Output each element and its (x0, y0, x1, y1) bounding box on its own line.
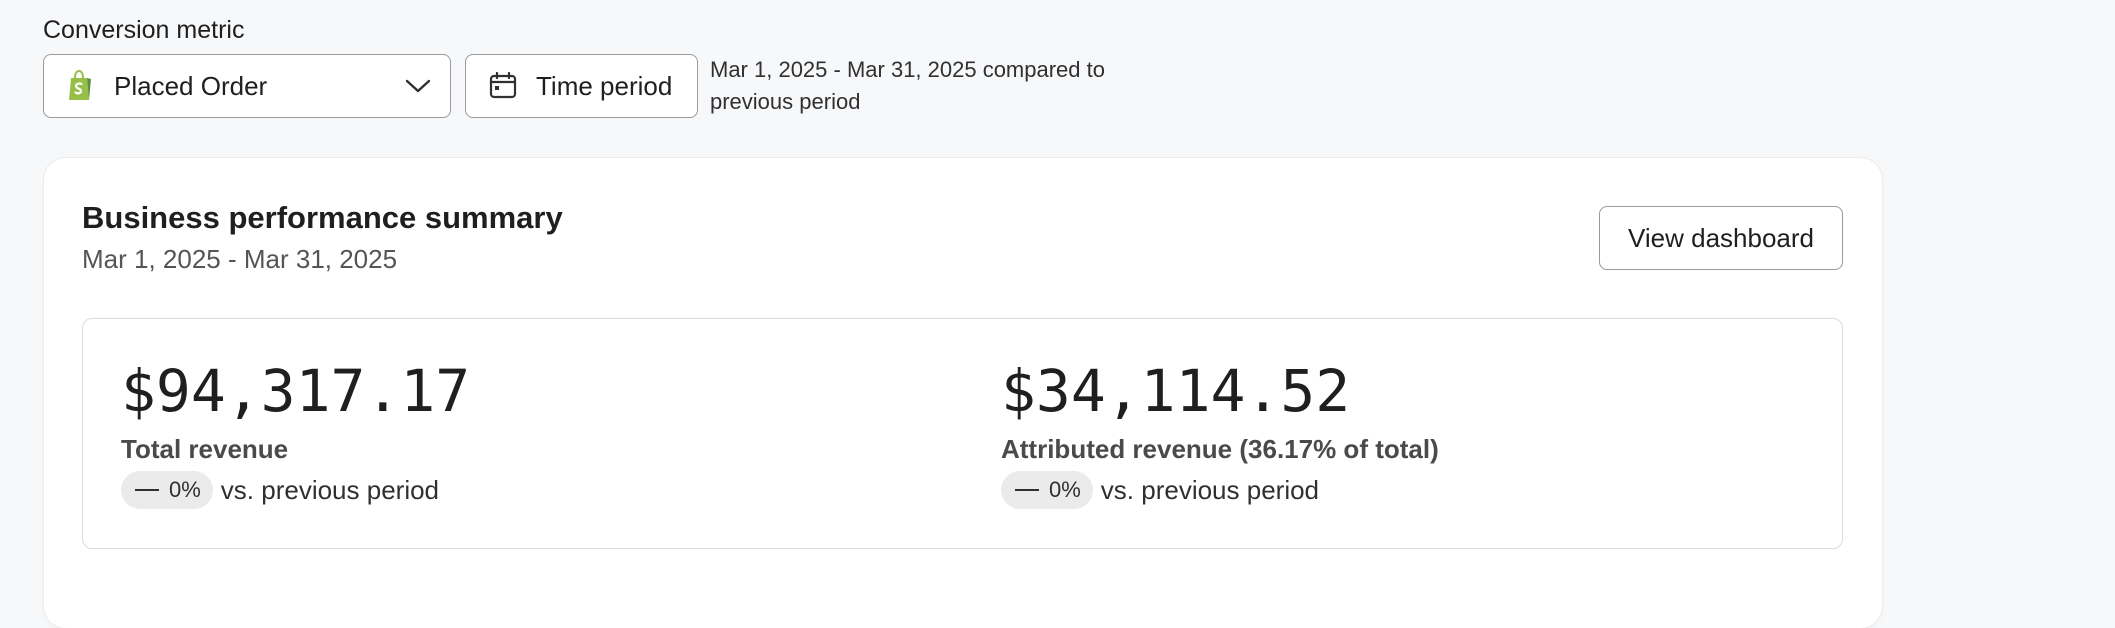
view-dashboard-button[interactable]: View dashboard (1599, 206, 1843, 270)
metric-value: $94,317.17 (121, 357, 471, 425)
dash-icon (135, 489, 159, 491)
conversion-metric-select[interactable]: Placed Order (43, 54, 451, 118)
metric-label: Attributed revenue (36.17% of total) (1001, 434, 1439, 464)
metric-value: $34,114.52 (1001, 357, 1351, 425)
card-title: Business performance summary (82, 200, 563, 235)
dash-icon (1015, 489, 1039, 491)
time-period-button[interactable]: Time period (465, 54, 698, 118)
comparison-text: vs. previous period (220, 474, 440, 505)
change-badge: 0% (1001, 471, 1093, 509)
comparison-text: vs. previous period (1100, 474, 1320, 505)
metrics-panel: $94,317.17 Total revenue 0% vs. previous… (82, 318, 1843, 549)
change-value: 0% (169, 477, 201, 502)
shopify-bag-icon (64, 69, 94, 103)
card-date-range: Mar 1, 2025 - Mar 31, 2025 (82, 244, 398, 274)
metric-label: Total revenue (121, 434, 289, 464)
calendar-icon (488, 71, 518, 101)
total-revenue-metric: $94,317.17 Total revenue 0% vs. previous… (121, 355, 470, 509)
comparison-period-text: Mar 1, 2025 - Mar 31, 2025 compared to p… (710, 57, 1105, 114)
conversion-metric-label: Conversion metric (43, 16, 245, 44)
time-period-label: Time period (536, 70, 673, 101)
chevron-down-icon (404, 72, 432, 100)
change-badge: 0% (121, 471, 213, 509)
metric-change-row: 0% vs. previous period (1001, 471, 1439, 509)
attributed-revenue-metric: $34,114.52 Attributed revenue (36.17% of… (1001, 355, 1439, 509)
business-performance-card: Business performance summary Mar 1, 2025… (44, 158, 1882, 628)
change-value: 0% (1049, 477, 1081, 502)
metric-select-value: Placed Order (114, 70, 268, 101)
metric-change-row: 0% vs. previous period (121, 471, 470, 509)
